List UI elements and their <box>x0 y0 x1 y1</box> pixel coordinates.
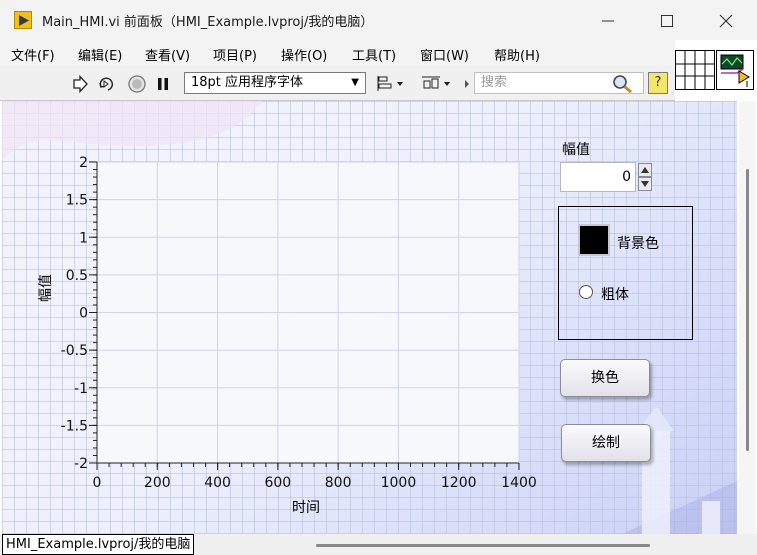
menu-tools[interactable]: 工具(T) <box>352 45 396 64</box>
bg-color-box[interactable] <box>578 224 610 256</box>
close-icon <box>719 14 733 28</box>
maximize-button[interactable] <box>644 6 690 36</box>
run-continuously-icon[interactable] <box>96 74 116 94</box>
font-select-value: 18pt 应用程序字体 <box>191 75 304 90</box>
labview-app-icon <box>14 11 32 29</box>
draw-button[interactable]: 绘制 <box>561 424 651 462</box>
menu-window[interactable]: 窗口(W) <box>420 45 469 64</box>
connector-pane[interactable] <box>675 50 715 90</box>
decrement-icon <box>641 181 649 187</box>
chevron-down-icon: ▼ <box>351 77 359 88</box>
menu-edit[interactable]: 编辑(E) <box>78 45 122 64</box>
vi-icon[interactable] <box>716 50 754 90</box>
vertical-scroll-thumb[interactable] <box>746 169 749 451</box>
menu-project[interactable]: 项目(P) <box>213 45 257 64</box>
menu-bar: 文件(F) 编辑(E) 查看(V) 项目(P) 操作(O) 工具(T) 窗口(W… <box>0 40 675 66</box>
status-bar: HMI_Example.lvproj/我的电脑 <box>0 534 757 555</box>
search-expand-icon[interactable] <box>462 74 472 94</box>
distribute-icon[interactable] <box>420 74 454 94</box>
minimize-button[interactable] <box>585 6 631 36</box>
pause-icon[interactable] <box>153 74 173 94</box>
title-bar: Main_HMI.vi 前面板（HMI_Example.lvproj/我的电脑） <box>0 0 757 40</box>
toolbar: 18pt 应用程序字体 ▼ 搜索 ? <box>0 66 675 101</box>
abort-icon[interactable] <box>127 74 147 94</box>
search-icon[interactable] <box>612 74 634 98</box>
graph-y-axis-label: 幅值 <box>38 274 54 302</box>
project-path: HMI_Example.lvproj/我的电脑 <box>2 534 195 555</box>
font-select[interactable]: 18pt 应用程序字体 ▼ <box>184 72 366 94</box>
menu-operate[interactable]: 操作(O) <box>281 45 327 64</box>
graph-x-axis-label: 时间 <box>292 500 320 516</box>
horizontal-scrollbar[interactable] <box>316 544 650 547</box>
bg-color-label: 背景色 <box>617 236 659 252</box>
bold-radio[interactable] <box>579 285 593 299</box>
bold-label: 粗体 <box>601 287 629 303</box>
amplitude-label: 幅值 <box>562 142 590 158</box>
maximize-icon <box>661 15 673 27</box>
menu-help[interactable]: 帮助(H) <box>494 45 540 64</box>
change-color-button[interactable]: 换色 <box>560 359 650 397</box>
menu-file[interactable]: 文件(F) <box>11 45 55 64</box>
increment-button[interactable] <box>638 163 652 177</box>
vertical-scrollbar[interactable] <box>739 101 756 534</box>
align-icon[interactable] <box>376 74 408 94</box>
increment-icon <box>641 167 649 173</box>
run-arrow-icon[interactable] <box>70 74 90 94</box>
menu-view[interactable]: 查看(V) <box>145 45 190 64</box>
amplitude-numeric[interactable]: 0 <box>560 162 636 192</box>
close-button[interactable] <box>703 6 749 36</box>
minimize-icon <box>602 20 614 22</box>
context-help-button[interactable]: ? <box>648 72 668 94</box>
decrement-button[interactable] <box>638 177 652 191</box>
window-title: Main_HMI.vi 前面板（HMI_Example.lvproj/我的电脑） <box>42 15 374 30</box>
